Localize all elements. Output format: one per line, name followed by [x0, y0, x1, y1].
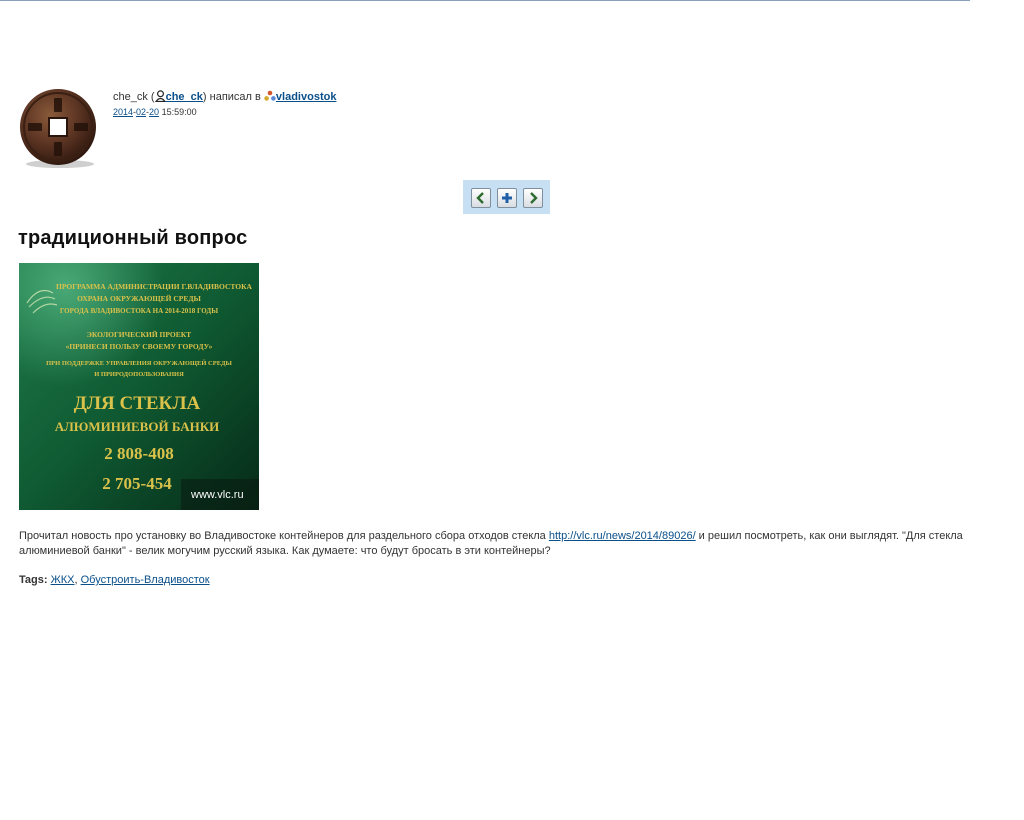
- arrow-left-icon: [476, 192, 484, 204]
- photo-line-6: ПРИ ПОДДЕРЖКЕ УПРАВЛЕНИЯ ОКРУЖАЮЩЕЙ СРЕД…: [46, 359, 232, 367]
- tag-link-obustroit[interactable]: Обустроить-Владивосток: [81, 574, 210, 586]
- photo-line-4: ЭКОЛОГИЧЕСКИЙ ПРОЕКТ: [87, 330, 191, 339]
- post-body: Прочитал новость про установку во Владив…: [19, 529, 979, 559]
- post-time: 15:59:00: [159, 107, 197, 117]
- community-icon: [264, 90, 276, 106]
- date-month-link[interactable]: 02: [136, 107, 146, 117]
- top-divider: [0, 0, 970, 1]
- arrow-right-icon: [530, 192, 538, 204]
- photo-line-3: ГОРОДА ВЛАДИВОСТОКА НА 2014-2018 ГОДЫ: [60, 307, 218, 315]
- wrote-in-text: ) написал в: [202, 91, 264, 103]
- container-sign-photo[interactable]: ПРОГРАММА АДМИНИСТРАЦИИ Г.ВЛАДИВОСТОКА О…: [19, 263, 259, 510]
- photo-line-10: 2 808-408: [104, 444, 173, 463]
- photo-line-1: ПРОГРАММА АДМИНИСТРАЦИИ Г.ВЛАДИВОСТОКА: [56, 282, 252, 291]
- author-name: che_ck: [113, 91, 148, 103]
- post-datetime: 2014-02-20 15:59:00: [113, 107, 197, 117]
- open-paren: (: [147, 91, 155, 103]
- photo-line-11: 2 705-454: [102, 474, 172, 493]
- plus-icon: [502, 193, 512, 203]
- post-meta: che_ck (che_ck) написал в vladivostok 20…: [113, 90, 336, 118]
- photo-watermark: www.vlc.ru: [190, 489, 244, 501]
- news-link[interactable]: http://vlc.ru/news/2014/89026/: [549, 530, 696, 542]
- post-title: традиционный вопрос: [18, 227, 248, 249]
- community-link[interactable]: vladivostok: [276, 91, 337, 103]
- photo-line-9: АЛЮМИНИЕВОЙ БАНКИ: [55, 419, 220, 434]
- user-icon: [154, 90, 166, 106]
- userpic-coin-image[interactable]: [18, 88, 100, 170]
- prev-entry-button[interactable]: [471, 188, 491, 208]
- body-text-before: Прочитал новость про установку во Владив…: [19, 530, 549, 542]
- tags-label: Tags:: [19, 574, 48, 586]
- post-tags: Tags: ЖКХ, Обустроить-Владивосток: [19, 574, 210, 586]
- add-memory-button[interactable]: [497, 188, 517, 208]
- entry-navigation: [463, 180, 550, 214]
- tag-link-zhkh[interactable]: ЖКХ: [51, 574, 75, 586]
- author-link[interactable]: che_ck: [166, 91, 203, 103]
- photo-line-2: ОХРАНА ОКРУЖАЮЩЕЙ СРЕДЫ: [77, 294, 201, 303]
- photo-line-5: «ПРИНЕСИ ПОЛЬЗУ СВОЕМУ ГОРОДУ»: [66, 342, 213, 351]
- next-entry-button[interactable]: [523, 188, 543, 208]
- photo-line-7: И ПРИРОДОПОЛЬЗОВАНИЯ: [94, 371, 184, 378]
- photo-line-8: ДЛЯ СТЕКЛА: [74, 393, 201, 414]
- date-year-link[interactable]: 2014: [113, 107, 133, 117]
- post-header: che_ck (che_ck) написал в vladivostok 20…: [18, 88, 918, 178]
- date-day-link[interactable]: 20: [149, 107, 159, 117]
